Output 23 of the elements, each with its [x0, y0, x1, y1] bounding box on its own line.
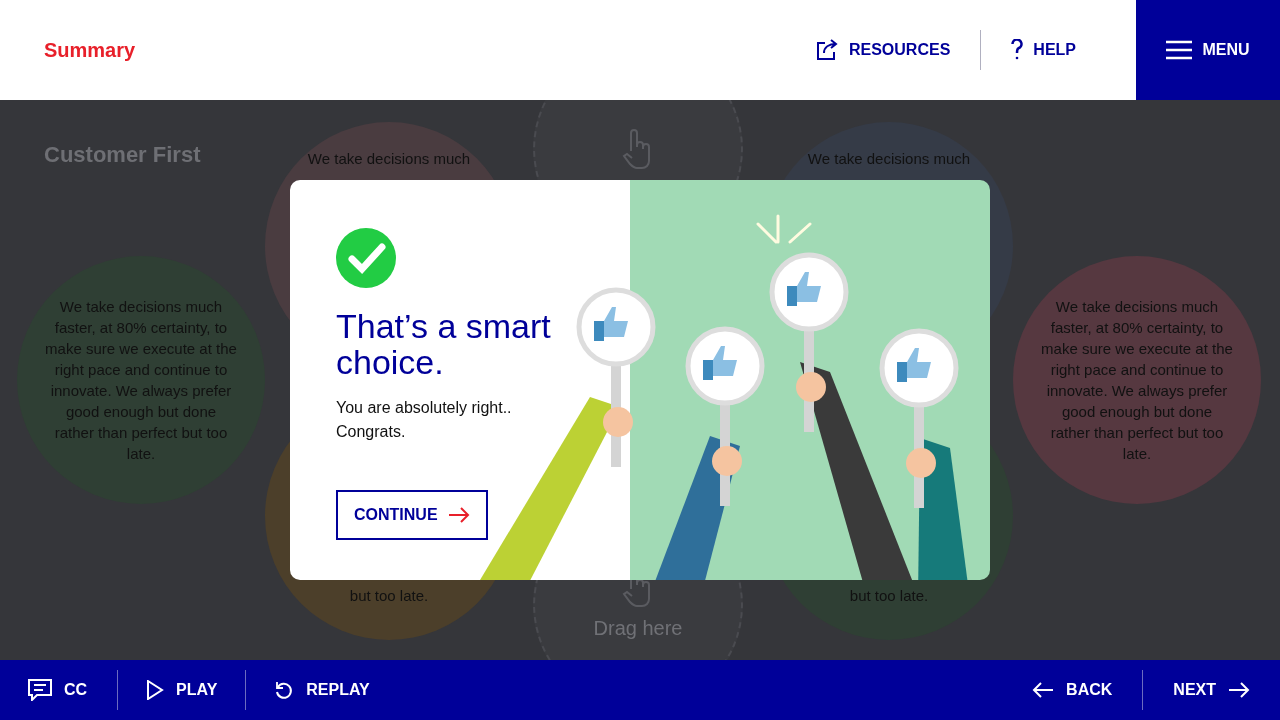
check-icon: [336, 228, 396, 288]
right-arrow-icon: [447, 507, 470, 523]
help-button[interactable]: HELP: [981, 30, 1106, 70]
captions-icon: [28, 679, 52, 701]
play-button[interactable]: PLAY: [118, 660, 246, 720]
replay-button[interactable]: REPLAY: [246, 660, 398, 720]
activity-heading: Customer First: [44, 141, 201, 169]
replay-icon: [274, 680, 295, 700]
cc-button[interactable]: CC: [0, 660, 118, 720]
back-button[interactable]: BACK: [1002, 660, 1143, 720]
next-button[interactable]: NEXT: [1143, 660, 1280, 720]
share-icon: [814, 38, 839, 62]
dialog-title: That’s a smart choice.: [336, 308, 552, 380]
dialog-message: You are absolutely right.. Congrats.: [336, 398, 513, 442]
right-arrow-icon: [1228, 682, 1250, 698]
menu-icon: [1166, 40, 1193, 60]
left-arrow-icon: [1032, 682, 1055, 698]
resources-button[interactable]: RESOURCES: [784, 30, 981, 70]
help-icon: [1011, 39, 1024, 61]
menu-button[interactable]: MENU: [1136, 0, 1280, 100]
continue-button[interactable]: CONTINUE: [336, 490, 488, 540]
page-title: Summary: [44, 38, 136, 63]
play-icon: [146, 680, 165, 700]
